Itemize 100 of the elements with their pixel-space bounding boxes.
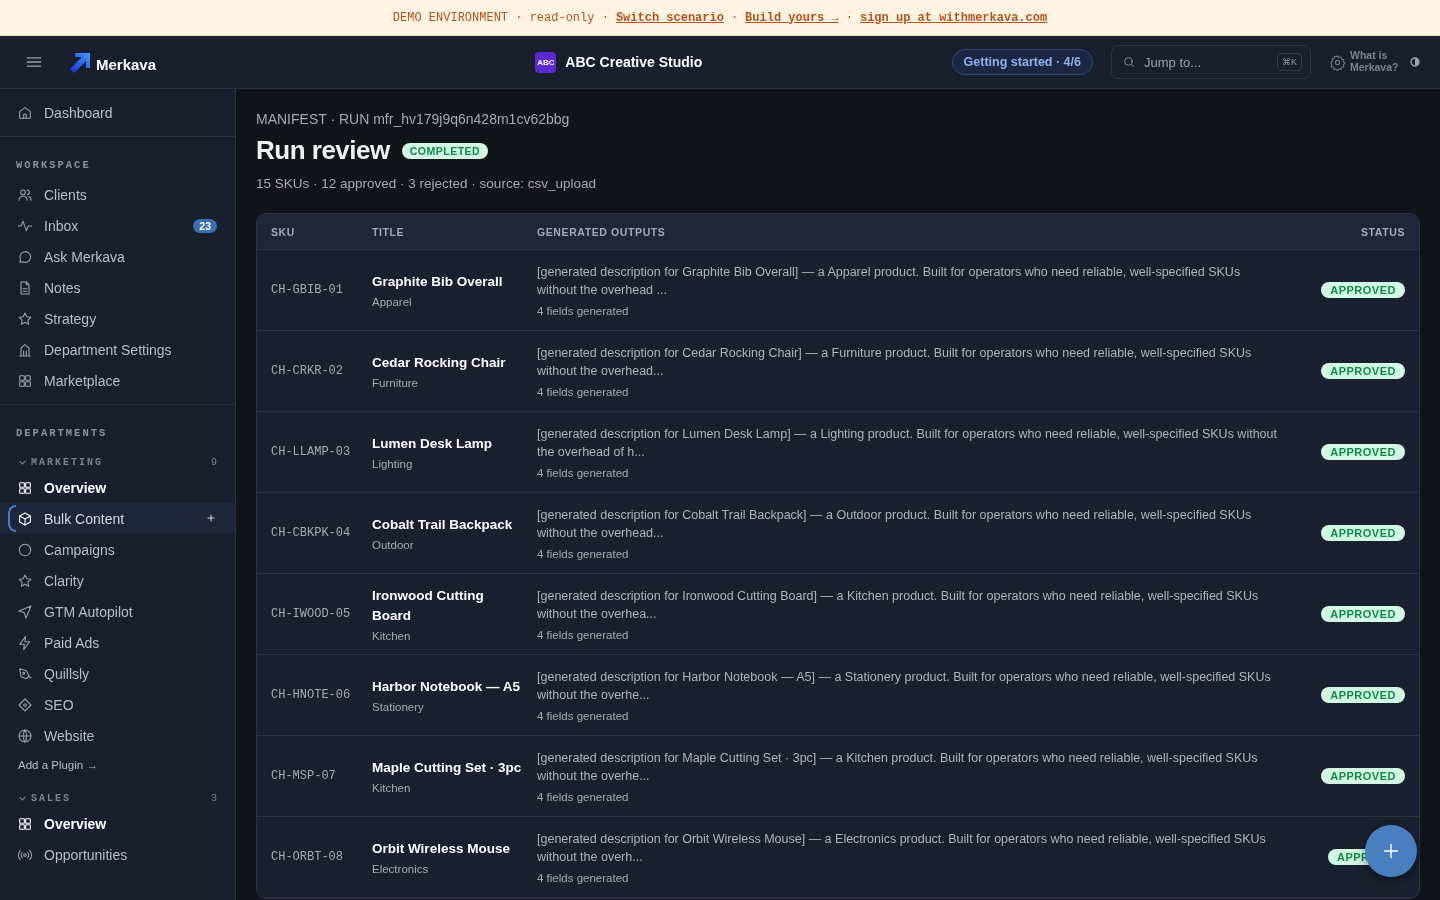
sidebar-item[interactable]: Marketplace	[0, 365, 235, 396]
generated-description: [generated description for Ironwood Cutting Board] — a Kitchen product. Built for operators who need reliable, well-specified SKUs without the overhea...	[537, 587, 1260, 623]
getting-started-button[interactable]: Getting started · 4/6	[951, 49, 1093, 75]
fields-count: 4 fields generated	[537, 305, 630, 318]
product-category: Outdoor	[372, 538, 415, 551]
sidebar-item[interactable]: Ask Merkava	[0, 241, 235, 272]
section-heading: WORKSPACE	[15, 158, 92, 173]
sidebar-item[interactable]: Opportunities	[0, 839, 235, 870]
document-icon	[17, 279, 33, 296]
sidebar-item[interactable]: Quillsly	[0, 658, 235, 689]
sidebar-item[interactable]: Notes	[0, 272, 235, 303]
group-count: 9	[211, 457, 217, 468]
product-category: Furniture	[372, 376, 420, 389]
sku-cell-text: CH-ORBT-08	[271, 849, 344, 866]
star-icon	[17, 310, 33, 327]
chat-icon	[17, 248, 33, 265]
status-badge: APPROVED	[1321, 606, 1405, 622]
product-title: Maple Cutting Set · 3pc	[372, 759, 523, 778]
group-heading[interactable]: SALES	[31, 793, 207, 804]
fields-count: 4 fields generated	[537, 710, 630, 723]
sidebar-item[interactable]: Bulk Content	[0, 503, 235, 534]
column-header: STATUS	[1359, 225, 1405, 238]
generated-description: [generated description for Lumen Desk Lamp] — a Lighting product. Built for operators who need reliable, well-specified SKUs without the overhead of h...	[537, 425, 1278, 461]
group-heading[interactable]: MARKETING	[31, 457, 207, 468]
help-link[interactable]: What is Merkava?	[1350, 50, 1406, 74]
product-category: Lighting	[372, 457, 414, 470]
product-category: Electronics	[372, 862, 430, 875]
fields-count: 4 fields generated	[537, 629, 630, 642]
sidebar-item[interactable]: Department Settings	[0, 334, 235, 365]
workspace-name: ABC Creative Studio	[565, 54, 703, 70]
sidebar-item[interactable]: GTM Autopilot	[0, 596, 235, 627]
sku-cell-text: CH-LLAMP-03	[271, 444, 352, 461]
product-category: Stationery	[372, 700, 425, 713]
run-summary: 15 SKUs · 12 approved · 3 rejected · source: csv_upload	[256, 176, 597, 191]
generated-description: [generated description for Maple Cutting Set · 3pc] — a Kitchen product. Built for operators who need reliable, well-specified SKUs without the overhe...	[537, 749, 1259, 785]
sku-cell-text: CH-GBIB-01	[271, 282, 344, 299]
product-category: Kitchen	[372, 629, 412, 642]
sidebar-item[interactable]: Dashboard	[0, 97, 235, 128]
product-title: Harbor Notebook — A5	[372, 678, 521, 697]
sku-cell-text: CH-IWOOD-05	[271, 606, 352, 623]
banner-link[interactable]: Switch scenario	[615, 10, 724, 25]
sidebar-item[interactable]: Website	[0, 720, 235, 751]
product-title: Lumen Desk Lamp	[372, 435, 494, 454]
sidebar-item[interactable]: Clients	[0, 179, 235, 210]
add-plugin-link[interactable]: Add a Plugin →	[0, 751, 235, 783]
diamond-icon	[17, 696, 33, 713]
fields-count: 4 fields generated	[537, 386, 630, 399]
count-badge: 23	[193, 218, 217, 233]
workspace-logo: ABC	[535, 51, 557, 73]
column-header: GENERATED OUTPUTS	[537, 225, 667, 238]
breadcrumb: MANIFEST · RUN mfr_hv179j9q6n428m1cv62bbg	[256, 111, 571, 127]
generated-description: [generated description for Orbit Wireless Mouse] — a Electronics product. Built for operators who need reliable, well-specified SKUs without the overh...	[537, 830, 1267, 866]
sidebar-item[interactable]: SEO	[0, 689, 235, 720]
send-icon	[17, 603, 33, 620]
fields-count: 4 fields generated	[537, 467, 630, 480]
section-heading: DEPARTMENTS	[15, 426, 109, 441]
home-icon	[17, 104, 33, 121]
product-title: Orbit Wireless Mouse	[372, 840, 511, 859]
lightning-icon	[17, 634, 33, 651]
sidebar-item[interactable]: Campaigns	[0, 534, 235, 565]
grid-icon	[17, 479, 33, 496]
generated-description: [generated description for Cobalt Trail Backpack] — a Outdoor product. Built for operators who need reliable, well-specified SKUs without the overhead...	[537, 506, 1253, 542]
grid-icon	[17, 372, 33, 389]
status-badge: APPROVED	[1321, 768, 1405, 784]
sku-cell-text: CH-CRKR-02	[271, 363, 344, 380]
generated-description: [generated description for Cedar Rocking Chair] — a Furniture product. Built for operators who need reliable, well-specified SKUs without the overhead...	[537, 344, 1253, 380]
shortcut-key: ⌘K	[1277, 53, 1302, 71]
sidebar-item[interactable]: Paid Ads	[0, 627, 235, 658]
theme-icon[interactable]	[1410, 57, 1420, 67]
status-badge: APPROVED	[1321, 363, 1405, 379]
banner-text: ·	[730, 10, 739, 25]
status-badge: APPROVED	[1321, 687, 1405, 703]
globe-icon	[17, 727, 33, 744]
sku-cell-text: CH-MSP-07	[271, 768, 337, 785]
banner-text: ·	[845, 10, 853, 25]
sidebar-item[interactable]: Inbox 23	[0, 210, 235, 241]
circle-icon	[17, 541, 33, 558]
sku-cell-text: CH-HNOTE-06	[271, 687, 352, 704]
chevron-icon[interactable]	[18, 458, 27, 467]
column-header: SKU	[271, 225, 296, 238]
product-category: Apparel	[372, 295, 413, 308]
cube-icon	[17, 510, 33, 527]
banner-link[interactable]: Build yours →	[745, 10, 839, 25]
generated-description: [generated description for Graphite Bib Overall] — a Apparel product. Built for operators who need reliable, well-specified SKUs without the overhead ...	[537, 263, 1242, 299]
banner-link[interactable]: sign up at withmerkava.com	[859, 10, 1048, 25]
generated-description: [generated description for Harbor Notebook — A5] — a Stationery product. Built for operators who need reliable, well-specified SKUs without the overhe...	[537, 668, 1272, 704]
sidebar-item[interactable]: Overview	[0, 472, 235, 503]
sidebar-item[interactable]: Strategy	[0, 303, 235, 334]
status-badge: COMPLETED	[401, 142, 489, 159]
building-icon	[17, 341, 33, 358]
chevron-icon[interactable]	[18, 794, 27, 803]
sidebar-item[interactable]: Overview	[0, 808, 235, 839]
banner-text: DEMO ENVIRONMENT · read-only ·	[392, 10, 609, 25]
product-title: Cedar Rocking Chair	[372, 354, 507, 373]
sidebar-item[interactable]: Clarity	[0, 565, 235, 596]
brand-name: Merkava	[96, 56, 157, 73]
status-badge: APPROVED	[1321, 444, 1405, 460]
product-title: Ironwood Cutting Board	[372, 587, 485, 625]
gear-icon	[1329, 53, 1346, 71]
logo-icon	[68, 51, 92, 73]
